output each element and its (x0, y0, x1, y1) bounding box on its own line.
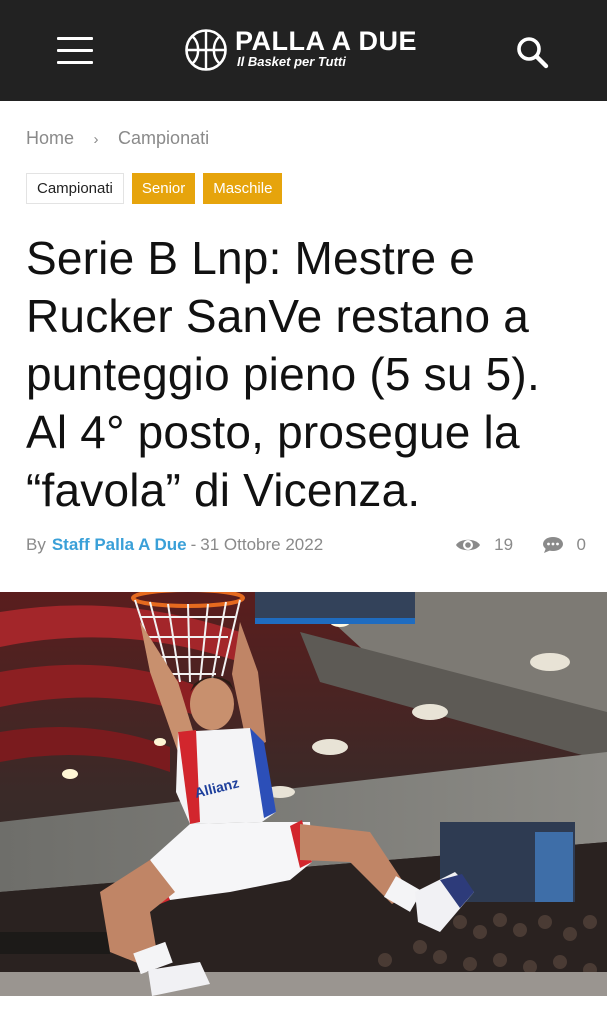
breadcrumb: Home › Campionati (26, 127, 209, 149)
chevron-right-icon: › (93, 131, 99, 148)
article-meta: By Staff Palla A Due -31 Ottobre 2022 19 0 (26, 533, 586, 557)
brand-name: PALLA A DUE (235, 26, 417, 56)
category-tags: Campionati Senior Maschile (26, 173, 290, 204)
hamburger-menu-icon[interactable] (52, 34, 98, 68)
eye-icon (456, 539, 481, 551)
views-counter: 19 (455, 533, 513, 557)
breadcrumb-campionati-link[interactable]: Campionati (118, 128, 209, 148)
tag-senior[interactable]: Senior (131, 173, 196, 204)
menu-line (57, 49, 93, 52)
brand-tagline: Il Basket per Tutti (237, 54, 346, 69)
comments-counter[interactable]: 0 (542, 533, 586, 557)
basketball-icon (185, 29, 227, 71)
search-icon[interactable] (512, 32, 552, 72)
article-stats: 19 0 (455, 533, 586, 557)
comments-count: 0 (576, 535, 586, 554)
meta-separator: - (190, 535, 197, 554)
breadcrumb-home-link[interactable]: Home (26, 128, 74, 148)
basketball-dunk-photo: Allianz (0, 592, 607, 996)
views-count: 19 (494, 535, 514, 554)
article-title: Serie B Lnp: Mestre e Rucker SanVe resta… (26, 232, 540, 516)
site-logo[interactable]: PALLA A DUE Il Basket per Tutti (184, 26, 434, 76)
menu-line (57, 61, 93, 64)
top-header-bar: PALLA A DUE Il Basket per Tutti (0, 0, 607, 101)
menu-line (57, 37, 93, 40)
by-label: By (26, 535, 46, 554)
tag-campionati[interactable]: Campionati (26, 173, 124, 204)
author-link[interactable]: Staff Palla A Due (52, 535, 187, 554)
article-featured-image[interactable]: Allianz (0, 592, 607, 996)
tag-maschile[interactable]: Maschile (203, 173, 283, 204)
article-date: 31 Ottobre 2022 (200, 535, 324, 554)
comment-bubble-icon (542, 537, 563, 553)
